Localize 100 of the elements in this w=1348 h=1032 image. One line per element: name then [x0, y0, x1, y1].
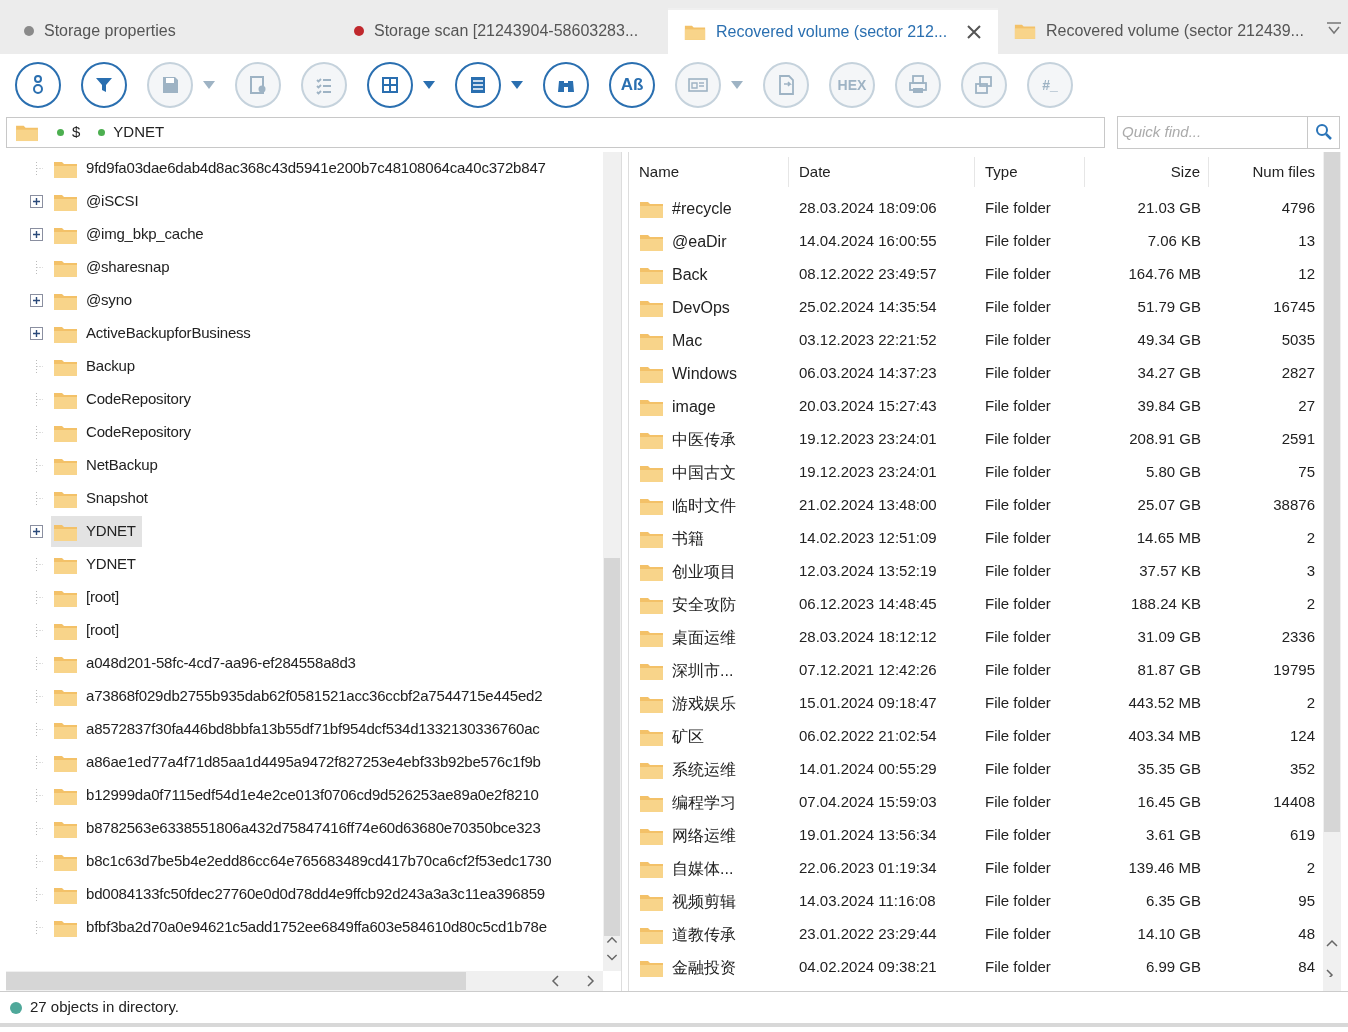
table-cell-text: 2 — [1305, 693, 1316, 714]
tree-item[interactable]: bfbf3ba2d70a0e94621c5add1752ee6849ffa603e584610d80c5cd1b78e — [51, 912, 553, 943]
tree-item[interactable]: CodeRepository — [51, 384, 197, 415]
table-cell-text: 75 — [1297, 462, 1316, 483]
scrollbar-thumb[interactable] — [1324, 152, 1340, 832]
scroll-up-icon[interactable] — [606, 936, 618, 944]
scrollbar-thumb[interactable] — [6, 972, 466, 990]
caret-icon[interactable] — [423, 81, 435, 89]
search-button[interactable] — [1308, 115, 1340, 149]
vertical-scrollbar[interactable] — [603, 152, 621, 971]
file-name[interactable]: 中医传承 — [672, 427, 736, 452]
tree-item[interactable]: 9fd9fa03dae6dab4d8ac368c43d5941e200b7c48108064ca40c372b847 — [51, 153, 552, 184]
folder-icon — [684, 23, 706, 41]
toolbar-button[interactable] — [455, 62, 501, 108]
file-name[interactable]: 道教传承 — [672, 922, 736, 947]
file-name[interactable]: 金融投资 — [672, 955, 736, 980]
path-bar[interactable]: $ YDNET — [6, 116, 1105, 148]
toolbar-button[interactable]: Aß — [609, 62, 655, 108]
table-cell-text: 07.12.2021 12:42:26 — [798, 660, 938, 681]
table-cell-text: File folder — [984, 759, 1052, 780]
expand-icon[interactable] — [30, 294, 43, 307]
table-cell-text: 4796 — [1280, 198, 1316, 219]
tree-item[interactable]: CodeRepository — [51, 417, 197, 448]
file-name[interactable]: Windows — [672, 361, 737, 386]
file-name[interactable]: 网络运维 — [672, 823, 736, 848]
tree-item[interactable]: ActiveBackupforBusiness — [51, 318, 257, 349]
tree-item[interactable]: b12999da0f7115edf54d1e4e2ce013f0706cd9d526253ae89a0e2f8210 — [51, 780, 545, 811]
path-segment[interactable]: YDNET — [113, 120, 165, 144]
toolbar-button[interactable] — [367, 62, 413, 108]
tab[interactable]: Recovered volume (sector 212... — [668, 8, 998, 54]
file-name[interactable]: @eaDir — [672, 229, 727, 254]
file-name[interactable]: Mac — [672, 328, 703, 353]
file-name[interactable]: 视频剪辑 — [672, 889, 736, 914]
tree-item[interactable]: @syno — [51, 285, 138, 316]
tree-item[interactable]: [root] — [51, 582, 125, 613]
file-name[interactable]: #recycle — [672, 196, 732, 221]
table-cell-text: 16745 — [1272, 297, 1316, 318]
table-cell-text: File folder — [984, 198, 1052, 219]
tree-item[interactable]: Backup — [51, 351, 141, 382]
quick-find-field[interactable]: Quick find... — [1117, 115, 1308, 149]
table-cell-text: 20.03.2024 15:27:43 — [798, 396, 938, 417]
tree-item[interactable]: @sharesnap — [51, 252, 176, 283]
file-name[interactable]: 中国古文 — [672, 460, 736, 485]
file-name[interactable]: 自媒体... — [672, 856, 734, 881]
column-header[interactable]: Num files — [1209, 157, 1323, 187]
tree-item[interactable]: NetBackup — [51, 450, 164, 481]
file-name[interactable]: DevOps — [672, 295, 730, 320]
expand-icon[interactable] — [30, 195, 43, 208]
tree-item[interactable]: bd0084133fc50fdec27760e0d0d78dd4e9ffcb92d243a3a3c11ea396859 — [51, 879, 551, 910]
horizontal-scrollbar[interactable] — [6, 971, 603, 991]
scroll-up-icon[interactable] — [1326, 939, 1338, 947]
scroll-left-icon[interactable] — [551, 975, 559, 987]
table-cell-text: 2 — [1305, 858, 1316, 879]
tree-item[interactable]: [root] — [51, 615, 125, 646]
tree-item[interactable]: @iSCSI — [51, 186, 145, 217]
table-cell-text: File folder — [984, 495, 1052, 516]
scrollbar-thumb[interactable] — [604, 558, 620, 937]
file-name[interactable]: 书籍 — [672, 526, 704, 551]
file-name[interactable]: image — [672, 394, 716, 419]
toolbar-button[interactable] — [15, 62, 61, 108]
column-header[interactable]: Size — [1085, 157, 1209, 187]
table-cell-text: File folder — [984, 264, 1052, 285]
tree-item[interactable]: @img_bkp_cache — [51, 219, 210, 250]
file-name[interactable]: 临时文件 — [672, 493, 736, 518]
table-cell-text: 39.84 GB — [1136, 396, 1202, 417]
column-header[interactable]: Name — [629, 157, 789, 187]
tree-item[interactable]: a048d201-58fc-4cd7-aa96-ef284558a8d3 — [51, 648, 362, 679]
path-segment[interactable]: $ — [72, 120, 81, 144]
toolbar-button[interactable] — [81, 62, 127, 108]
tab-overflow-icon[interactable] — [1326, 22, 1342, 36]
tree-item[interactable]: a86ae1ed77a4f71d85aa1d4495a9472f827253e4ebf33b92be576c1f9b — [51, 747, 547, 778]
file-name[interactable]: 深圳市... — [672, 658, 734, 683]
vertical-scrollbar[interactable] — [1323, 152, 1341, 991]
tree-item[interactable]: a73868f029db2755b935dab62f0581521acc36ccbf2a7544715e445ed2 — [51, 681, 549, 712]
column-header[interactable]: Date — [789, 157, 975, 187]
tree-item[interactable]: b8c1c63d7be5b4e2edd86cc64e765683489cd417b70ca6cf2f53edc1730 — [51, 846, 558, 877]
tree-item[interactable]: YDNET — [51, 549, 142, 580]
file-name[interactable]: 桌面运维 — [672, 625, 736, 650]
file-name[interactable]: 系统运维 — [672, 757, 736, 782]
toolbar-button[interactable] — [543, 62, 589, 108]
expand-icon[interactable] — [30, 525, 43, 538]
expand-icon[interactable] — [30, 327, 43, 340]
file-name[interactable]: 矿区 — [672, 724, 704, 749]
expand-icon[interactable] — [30, 228, 43, 241]
caret-icon[interactable] — [511, 81, 523, 89]
column-header[interactable]: Type — [975, 157, 1085, 187]
tree-item[interactable]: a8572837f30fa446bd8bbfa13b55df71bf954dcf534d1332130336760ac — [51, 714, 546, 745]
table-cell-text: 12.03.2024 13:52:19 — [798, 561, 938, 582]
table-cell-text: 16.45 GB — [1136, 792, 1202, 813]
file-name[interactable]: 创业项目 — [672, 559, 736, 584]
file-name[interactable]: 游戏娱乐 — [672, 691, 736, 716]
close-icon[interactable] — [966, 24, 982, 40]
file-name[interactable]: 编程学习 — [672, 790, 736, 815]
tree-item[interactable]: YDNET — [51, 516, 142, 547]
scroll-right-icon[interactable] — [587, 975, 595, 987]
table-cell-text: 28.03.2024 18:09:06 — [798, 198, 938, 219]
file-name[interactable]: 安全攻防 — [672, 592, 736, 617]
file-name[interactable]: Back — [672, 262, 708, 287]
tree-item[interactable]: Snapshot — [51, 483, 154, 514]
tree-item[interactable]: b8782563e6338551806a432d75847416ff74e60d63680e70350bce323 — [51, 813, 547, 844]
